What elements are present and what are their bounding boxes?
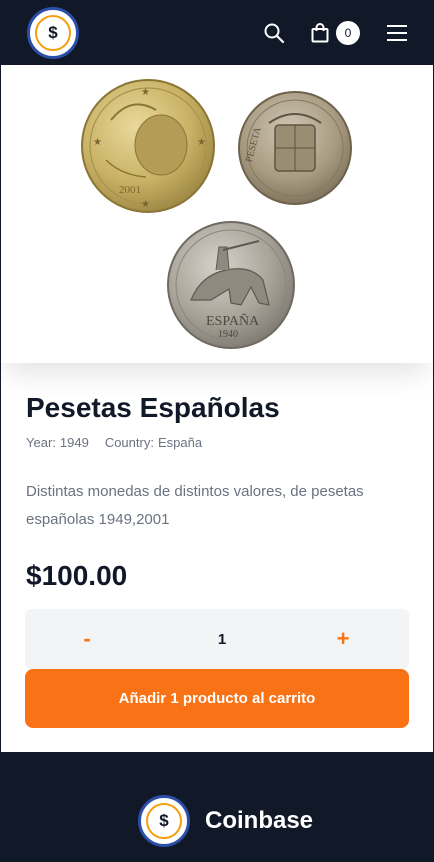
svg-text:★: ★ [93, 137, 102, 148]
footer-brand-name: Coinbase [205, 807, 314, 834]
search-button[interactable] [263, 22, 285, 44]
espana-coin-year: 1940 [218, 329, 238, 340]
decrease-quantity-button[interactable]: - [77, 626, 97, 652]
brand-logo[interactable]: $ [27, 6, 79, 59]
menu-button[interactable] [386, 24, 408, 42]
hamburger-menu-icon [387, 24, 407, 41]
country-value: España [157, 435, 203, 450]
product-title: Pesetas Españolas [26, 392, 280, 423]
espana-coin-legend: ESPAÑA [206, 313, 260, 329]
year-label: Year: [26, 435, 56, 450]
peseta-coin-image: PESETA [238, 91, 352, 205]
svg-text:★: ★ [141, 199, 150, 210]
footer-brand[interactable]: $ Coinbase [138, 795, 313, 847]
cart-count-badge: 0 [336, 20, 360, 45]
product-meta: Year: 1949 Country: España [26, 435, 202, 450]
cart-button[interactable]: 0 [311, 20, 360, 45]
increase-quantity-button[interactable]: + [333, 626, 353, 652]
quantity-stepper: - 1 + [25, 609, 409, 669]
top-navbar: $ 0 [0, 0, 434, 65]
footer-dollar-logo-icon: $ [146, 803, 182, 839]
footer-logo: $ [138, 795, 190, 847]
dollar-logo-icon: $ [35, 14, 71, 51]
svg-text:★: ★ [141, 87, 150, 98]
product-card: 2001 ★ ★ ★ ★ PESETA ESPAÑA 1940 Pesetas … [1, 65, 433, 752]
footer: $ Coinbase [0, 752, 434, 862]
add-to-cart-button[interactable]: Añadir 1 producto al carrito [25, 669, 409, 728]
country-label: Country: [104, 435, 154, 450]
euro-coin-image: 2001 ★ ★ ★ ★ [81, 79, 215, 213]
header-actions: 0 [263, 20, 408, 45]
product-description: Distintas monedas de distintos valores, … [26, 483, 364, 528]
search-icon [264, 23, 285, 43]
quantity-value[interactable]: 1 [218, 631, 226, 648]
shopping-bag-icon [311, 22, 329, 42]
product-image: 2001 ★ ★ ★ ★ PESETA ESPAÑA 1940 [1, 65, 433, 363]
product-price: $100.00 [26, 560, 128, 591]
svg-text:★: ★ [197, 137, 206, 148]
espana-coin-image: ESPAÑA 1940 [167, 221, 295, 349]
year-value: 1949 [59, 435, 89, 450]
euro-coin-year: 2001 [119, 184, 141, 196]
